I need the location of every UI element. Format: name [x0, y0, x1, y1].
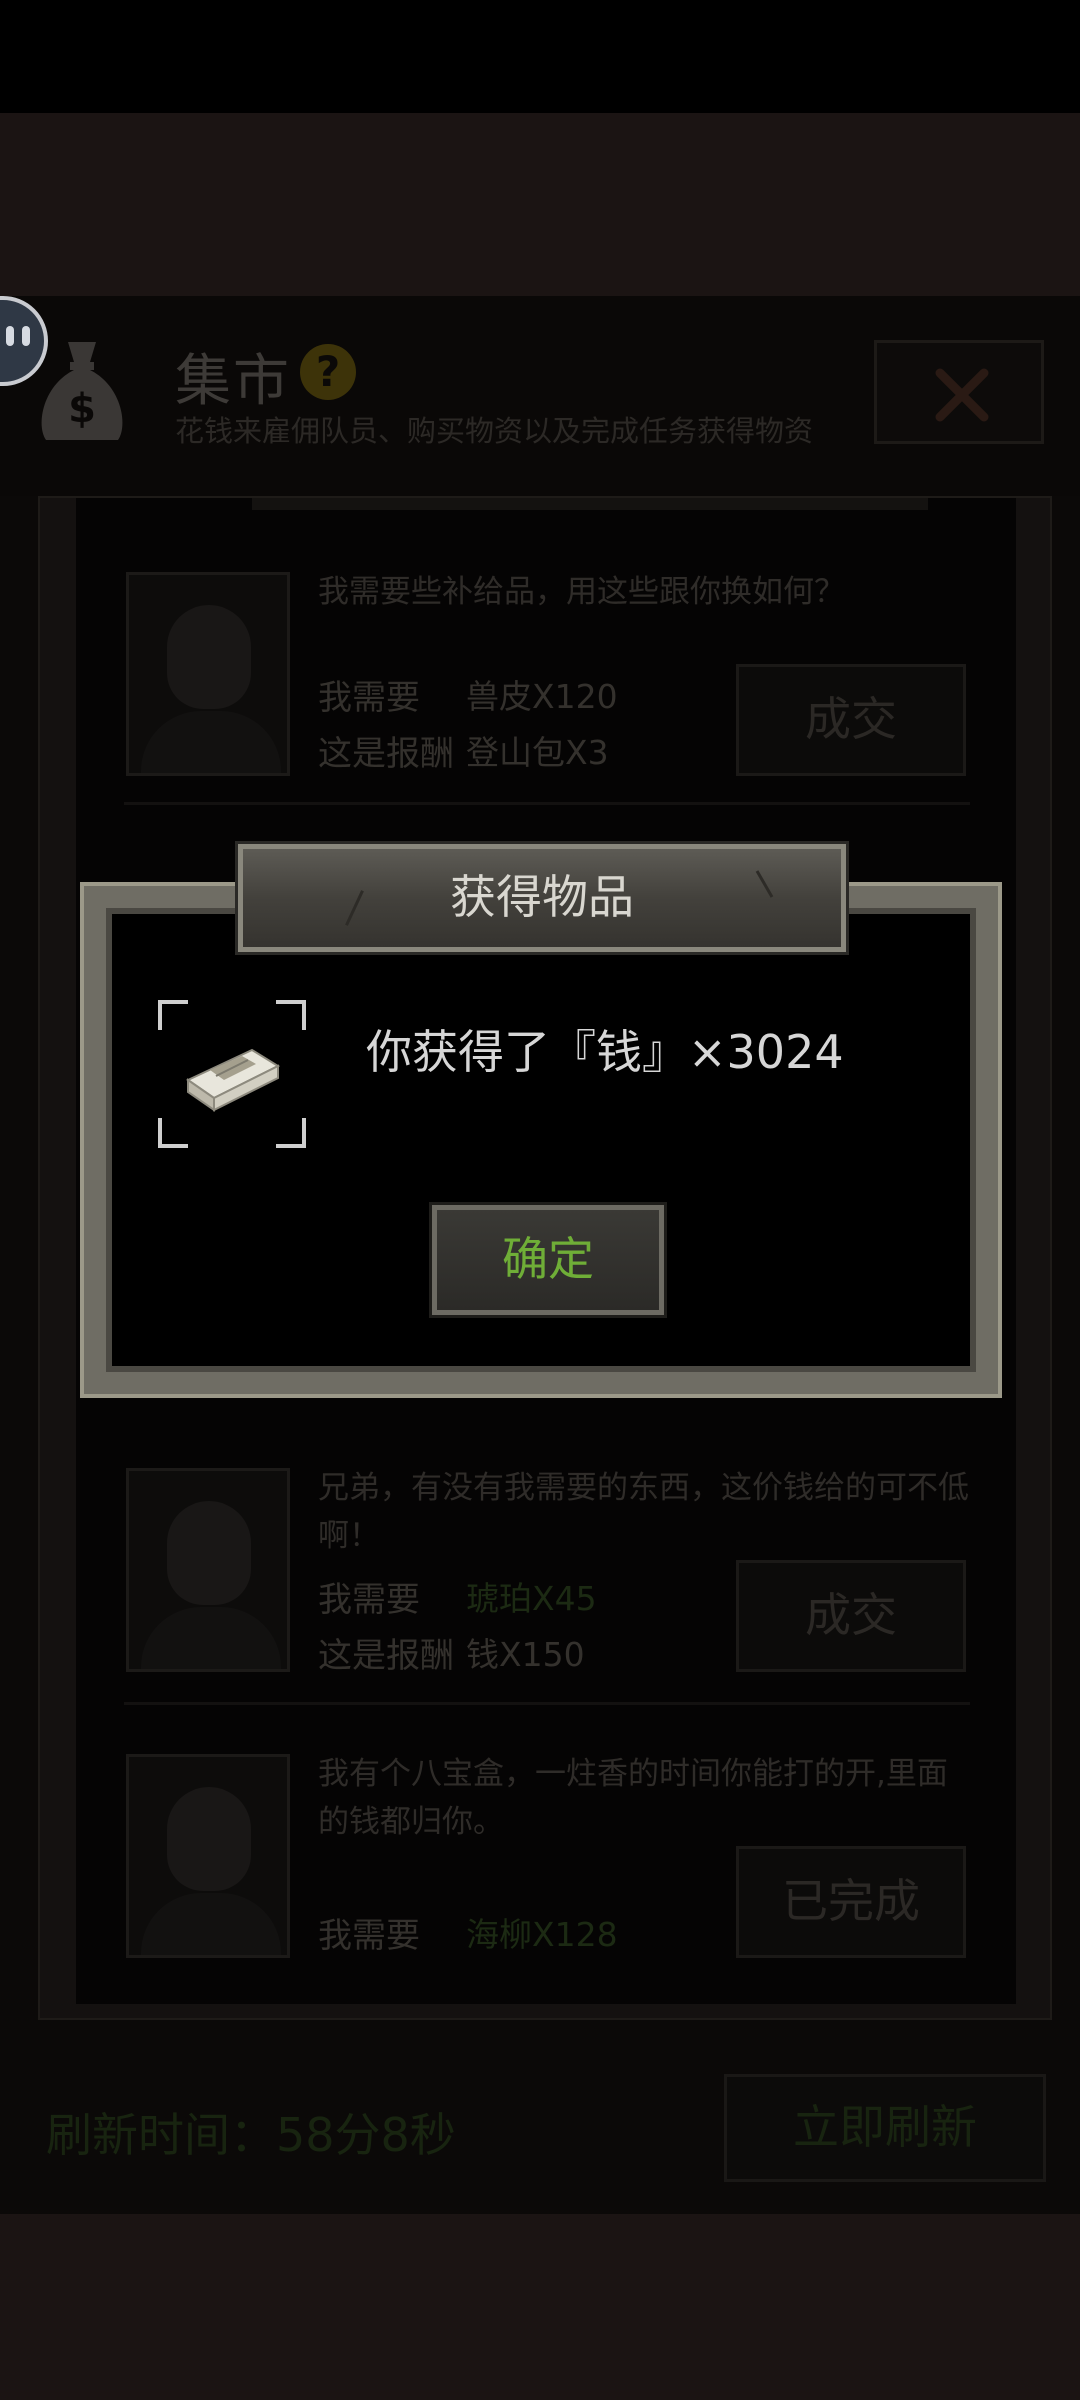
row-divider — [124, 802, 970, 805]
trader-portrait — [126, 1754, 290, 1958]
refresh-timer: 刷新时间：58分8秒 — [46, 2108, 456, 2162]
completed-button[interactable]: 已完成 — [736, 1846, 966, 1958]
reward-label: 这是报酬 — [318, 1636, 454, 1676]
obtained-message: 你获得了『钱』×3024 — [366, 1025, 844, 1079]
close-button[interactable] — [874, 340, 1044, 444]
dialog-title: 获得物品 — [238, 844, 846, 952]
money-bag-icon: $ — [34, 336, 130, 446]
row-divider — [124, 1702, 970, 1705]
trade-message: 兄弟，有没有我需要的东西，这价钱给的可不低啊！ — [318, 1470, 969, 1554]
status-bar — [0, 0, 1080, 113]
trade-message: 我需要些补给品，用这些跟你换如何？ — [318, 574, 845, 610]
trade-message: 我有个八宝盒，一炷香的时间你能打的开,里面的钱都归你。 — [318, 1756, 948, 1840]
need-item: 海柳X128 — [466, 1915, 618, 1954]
trader-portrait — [126, 1468, 290, 1672]
need-item: 兽皮X120 — [466, 677, 618, 716]
refresh-now-button[interactable]: 立即刷新 — [724, 2074, 1046, 2182]
reward-item: 登山包X3 — [466, 733, 609, 772]
need-label: 我需要 — [318, 678, 420, 718]
page-subtitle: 花钱来雇佣队员、购买物资以及完成任务获得物资 — [175, 414, 814, 448]
need-label: 我需要 — [318, 1580, 420, 1620]
reward-label: 这是报酬 — [318, 734, 454, 774]
confirm-button[interactable]: 确定 — [432, 1205, 664, 1315]
top-area — [0, 113, 1080, 296]
market-header: $ 集市 ? 花钱来雇佣队员、购买物资以及完成任务获得物资 — [0, 296, 1080, 496]
dialog-title-text: 获得物品 — [450, 870, 634, 924]
help-icon[interactable]: ? — [300, 344, 356, 400]
page-title: 集市 — [175, 349, 291, 414]
deal-button[interactable]: 成交 — [736, 664, 966, 776]
close-icon — [935, 368, 989, 422]
list-top-bar — [252, 498, 928, 510]
item-slot — [158, 1000, 306, 1148]
deal-button[interactable]: 成交 — [736, 1560, 966, 1672]
need-label: 我需要 — [318, 1916, 420, 1956]
svg-text:$: $ — [68, 386, 96, 432]
need-item: 琥珀X45 — [466, 1579, 597, 1618]
bottom-area — [0, 2214, 1080, 2400]
money-stack-icon — [186, 1048, 281, 1112]
reward-item: 钱X150 — [466, 1635, 585, 1674]
trader-portrait — [126, 572, 290, 776]
